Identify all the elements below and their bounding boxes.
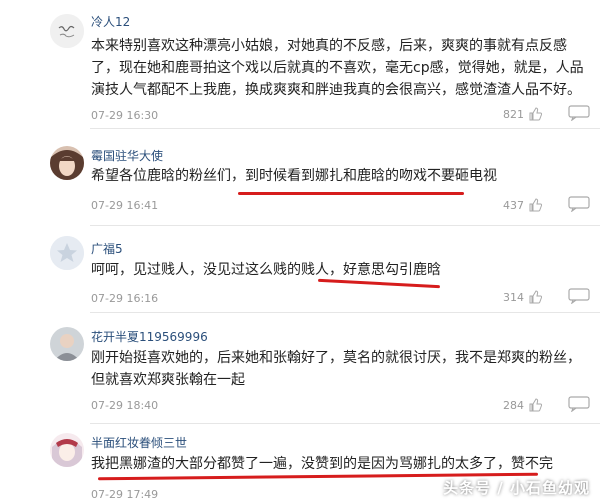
thumbs-up-icon <box>529 107 542 121</box>
comment-bubble-icon[interactable] <box>568 396 590 412</box>
like-count: 437 <box>503 198 524 212</box>
username[interactable]: 花开半夏119569996 <box>91 328 208 345</box>
like-count: 821 <box>503 107 524 121</box>
comment-text: 本来特别喜欢这种漂亮小姑娘，对她真的不反感，后来，爽爽的事就有点反感了，现在她和… <box>91 38 584 98</box>
anime-avatar[interactable] <box>50 433 84 467</box>
username[interactable]: 霉国驻华大使 <box>91 147 163 164</box>
username[interactable]: 冷人12 <box>91 13 130 30</box>
username[interactable]: 半面红妆眷倾三世 <box>91 434 187 451</box>
girl-photo-avatar[interactable] <box>50 146 84 180</box>
comment-text: 刚开始挺喜欢她的，后来她和张翰好了，莫名的就很讨厌，我不是郑爽的粉丝，但就喜欢郑… <box>91 350 581 388</box>
like-count: 314 <box>503 290 524 304</box>
comment-time: 07-29 18:40 <box>91 399 159 412</box>
like-count: 284 <box>503 398 524 412</box>
red-underline <box>238 192 464 195</box>
comment-item: 冷人12 本来特别喜欢这种漂亮小姑娘，对她真的不反感，后来，爽爽的事就有点反感了… <box>0 0 600 127</box>
comment-text: 我把黑娜渣的大部分都赞了一遍，没赞到的是因为骂娜扎的太多了，赞不完 <box>91 456 553 472</box>
like-button[interactable]: 284 <box>503 398 542 412</box>
comment-item: 广福5 呵呵，见过贱人，没见过这么贱的贱人，好意思勾引鹿晗 07-29 16:1… <box>0 226 600 312</box>
comment-time: 07-29 16:16 <box>91 292 159 305</box>
comment-text: 呵呵，见过贱人，没见过这么贱的贱人，好意思勾引鹿晗 <box>91 262 441 278</box>
like-button[interactable]: 437 <box>503 198 542 212</box>
comment-item: 霉国驻华大使 希望各位鹿晗的粉丝们，到时候看到娜扎和鹿晗的吻戏不要砸电视 07-… <box>0 129 600 215</box>
default-star-avatar[interactable] <box>50 236 84 270</box>
comment-time: 07-29 16:30 <box>91 109 159 122</box>
comment-bubble-icon[interactable] <box>568 288 590 304</box>
comment-bubble-icon[interactable] <box>568 196 590 212</box>
comment-time: 07-29 17:49 <box>91 488 159 501</box>
person-photo-avatar[interactable] <box>50 327 84 361</box>
like-button[interactable]: 314 <box>503 290 542 304</box>
thumbs-up-icon <box>529 290 542 304</box>
comment-item: 花开半夏119569996 刚开始挺喜欢她的，后来她和张翰好了，莫名的就很讨厌，… <box>0 313 600 423</box>
comment-text: 希望各位鹿晗的粉丝们，到时候看到娜扎和鹿晗的吻戏不要砸电视 <box>91 168 497 184</box>
thumbs-up-icon <box>529 198 542 212</box>
comment-time: 07-29 16:41 <box>91 199 159 212</box>
thumbs-up-icon <box>529 398 542 412</box>
comment-bubble-icon[interactable] <box>568 105 590 121</box>
username[interactable]: 广福5 <box>91 240 123 257</box>
calligraphy-avatar[interactable] <box>50 14 84 48</box>
like-button[interactable]: 821 <box>503 107 542 121</box>
watermark: 头条号 / 小石鱼幼观 <box>443 479 590 497</box>
